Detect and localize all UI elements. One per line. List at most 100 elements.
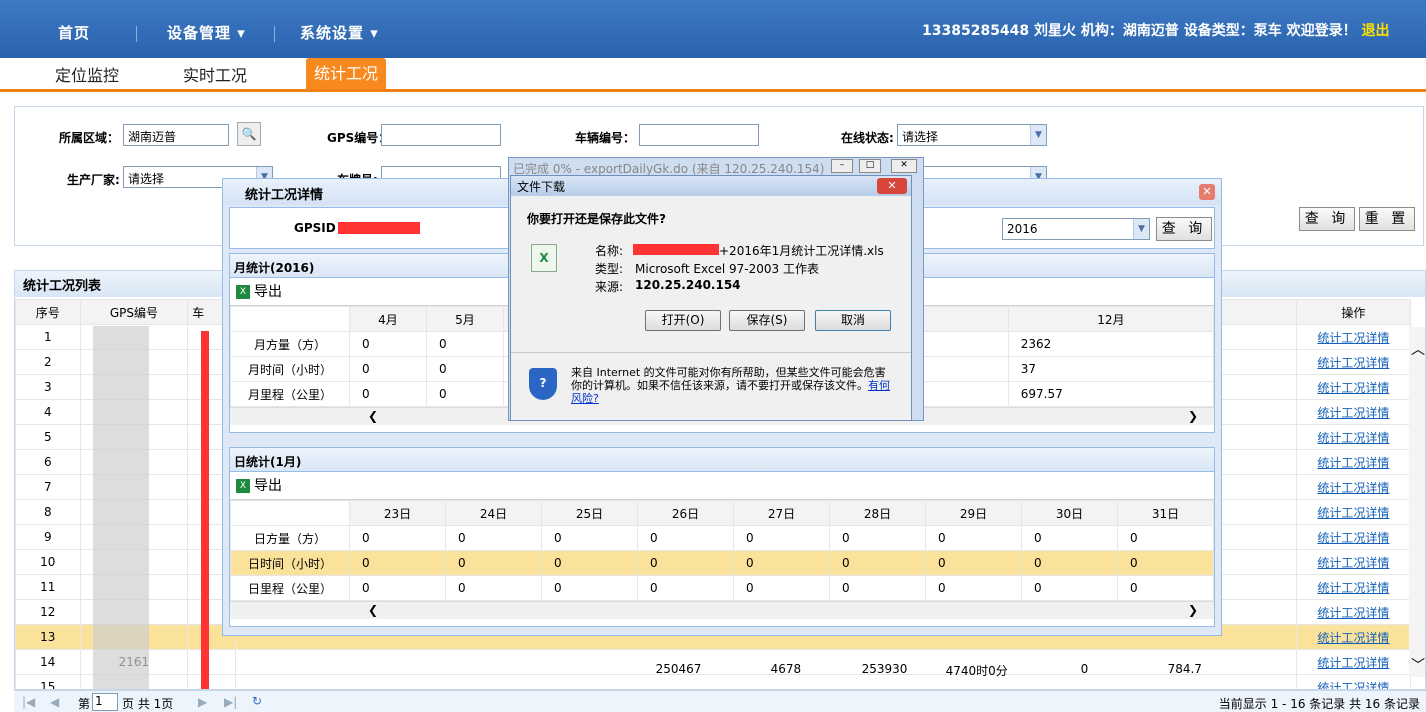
close-icon[interactable]: ✕ <box>1199 184 1215 200</box>
detail-link[interactable]: 统计工况详情 <box>1317 431 1389 445</box>
region-input[interactable]: 湖南迈普 <box>123 124 229 146</box>
chevron-left-icon[interactable]: ❮ <box>368 409 378 423</box>
export-button[interactable]: X 导出 <box>236 284 282 300</box>
row-data: 250467 4678 253930 4740时0分 0 784.7 <box>234 649 1297 678</box>
daily-toolbar: X 导出 <box>230 472 1214 500</box>
row-op[interactable]: 统计工况详情 <box>1295 649 1412 675</box>
chevron-left-icon[interactable]: ❮ <box>368 603 378 617</box>
detail-link[interactable]: 统计工况详情 <box>1317 581 1389 595</box>
row-no: 2 <box>15 349 81 375</box>
row-op[interactable]: 统计工况详情 <box>1295 474 1412 500</box>
detail-link[interactable]: 统计工况详情 <box>1317 531 1389 545</box>
cell: 0 <box>445 575 542 601</box>
chevron-right-icon[interactable]: ❯ <box>1188 409 1198 423</box>
close-icon[interactable]: ✕ <box>877 178 907 194</box>
vertical-scrollbar[interactable]: ︿ ﹀ <box>1409 327 1425 677</box>
tab-statistics[interactable]: 统计工况 <box>306 58 387 89</box>
detail-query-button[interactable]: 查 询 <box>1156 217 1212 241</box>
last-page-icon[interactable]: ▶| <box>224 695 237 709</box>
detail-link[interactable]: 统计工况详情 <box>1317 356 1389 370</box>
detail-link[interactable]: 统计工况详情 <box>1317 631 1389 645</box>
excel-icon: X <box>236 285 250 299</box>
detail-link[interactable]: 统计工况详情 <box>1317 506 1389 520</box>
table-row: 日方量（方） 0 0 0 0 0 0 0 0 0 <box>230 525 1214 551</box>
cell: 0 <box>637 550 734 576</box>
row-op[interactable]: 统计工况详情 <box>1295 449 1412 475</box>
top-navigation-bar: 首页 设备管理 ▾ 系统设置 ▾ 13385285448 刘星火 机构：湖南迈普… <box>0 0 1426 58</box>
row-op[interactable]: 统计工况详情 <box>1295 624 1412 650</box>
row-op[interactable]: 统计工况详情 <box>1295 524 1412 550</box>
sub-tab-bar: 定位监控 实时工况 统计工况 <box>0 58 1426 92</box>
file-type: Microsoft Excel 97-2003 工作表 <box>635 262 819 276</box>
row-car <box>187 674 236 689</box>
chevron-up-icon[interactable]: ︿ <box>1411 339 1425 359</box>
gpsid-label: GPSID <box>294 221 336 235</box>
refresh-icon[interactable]: ↻ <box>252 694 262 708</box>
col-header: 25日 <box>541 500 638 526</box>
detail-link[interactable]: 统计工况详情 <box>1317 381 1389 395</box>
detail-link[interactable]: 统计工况详情 <box>1317 556 1389 570</box>
cell: 0 <box>1117 550 1214 576</box>
cell: 0 <box>829 550 926 576</box>
row-op[interactable]: 统计工况详情 <box>1295 549 1412 575</box>
tab-realtime-status[interactable]: 实时工况 <box>183 62 247 86</box>
daily-hscroll[interactable]: ❮ ❯ <box>230 601 1214 619</box>
row-no: 10 <box>15 549 81 575</box>
detail-link[interactable]: 统计工况详情 <box>1317 456 1389 470</box>
maker-label: 生产厂家: <box>67 173 120 187</box>
cell: 0 <box>829 575 926 601</box>
detail-link[interactable]: 统计工况详情 <box>1317 681 1389 690</box>
page-input[interactable]: 1 <box>92 693 118 711</box>
file-download-dialog: 文件下载 ✕ 你要打开还是保存此文件? X 名称: +2016年1月统计工况详情… <box>510 175 912 421</box>
detail-link[interactable]: 统计工况详情 <box>1317 481 1389 495</box>
maximize-icon[interactable]: □ <box>859 159 881 173</box>
reset-button[interactable]: 重 置 <box>1359 207 1415 231</box>
first-page-icon[interactable]: |◀ <box>22 695 35 709</box>
cell: 0 <box>349 575 446 601</box>
close-icon[interactable]: ✕ <box>891 159 917 173</box>
nav-devices[interactable]: 设备管理 ▾ <box>167 22 246 43</box>
detail-link[interactable]: 统计工况详情 <box>1317 406 1389 420</box>
dialog-title: 文件下载 <box>511 176 911 196</box>
logout-link[interactable]: 退出 <box>1362 23 1390 39</box>
row-op[interactable]: 统计工况详情 <box>1295 599 1412 625</box>
search-icon[interactable]: 🔍 <box>237 122 261 146</box>
row-op[interactable]: 统计工况详情 <box>1295 324 1412 350</box>
year-select[interactable]: 2016 ▼ <box>1002 218 1150 240</box>
prev-page-icon[interactable]: ◀ <box>50 695 59 709</box>
row-op[interactable]: 统计工况详情 <box>1295 349 1412 375</box>
table-row: 日里程（公里） 0 0 0 0 0 0 0 0 0 <box>230 575 1214 601</box>
nav-home[interactable]: 首页 <box>58 22 90 43</box>
cell: 2362 <box>1007 331 1215 357</box>
col-header: 28日 <box>829 500 926 526</box>
cell: 0 <box>349 381 427 407</box>
row-op[interactable]: 统计工况详情 <box>1295 674 1412 690</box>
cancel-button[interactable]: 取消 <box>815 310 891 331</box>
detail-link[interactable]: 统计工况详情 <box>1317 331 1389 345</box>
vehicle-no-input[interactable] <box>639 124 759 146</box>
detail-link[interactable]: 统计工况详情 <box>1317 656 1389 670</box>
nav-system[interactable]: 系统设置 ▾ <box>300 22 379 43</box>
open-button[interactable]: 打开(O) <box>645 310 721 331</box>
query-button[interactable]: 查 询 <box>1299 207 1355 231</box>
col-no: 序号 <box>15 299 81 325</box>
col-gps: GPS编号 <box>79 299 189 325</box>
row-op[interactable]: 统计工况详情 <box>1295 499 1412 525</box>
minimize-icon[interactable]: – <box>831 159 853 173</box>
row-op[interactable]: 统计工况详情 <box>1295 399 1412 425</box>
detail-link[interactable]: 统计工况详情 <box>1317 606 1389 620</box>
tab-location-monitor[interactable]: 定位监控 <box>55 62 119 86</box>
next-page-icon[interactable]: ▶ <box>198 695 207 709</box>
row-op[interactable]: 统计工况详情 <box>1295 374 1412 400</box>
row-op[interactable]: 统计工况详情 <box>1295 424 1412 450</box>
online-status-select[interactable]: 请选择 ▼ <box>897 124 1047 146</box>
chevron-right-icon[interactable]: ❯ <box>1188 603 1198 617</box>
col-header: 24日 <box>445 500 542 526</box>
col-header: 5月 <box>426 306 504 332</box>
gps-input[interactable] <box>381 124 501 146</box>
save-button[interactable]: 保存(S) <box>729 310 805 331</box>
cell: 0 <box>1021 575 1118 601</box>
export-button[interactable]: X 导出 <box>236 478 282 494</box>
chevron-down-icon[interactable]: ﹀ <box>1411 655 1425 675</box>
row-op[interactable]: 统计工况详情 <box>1295 574 1412 600</box>
